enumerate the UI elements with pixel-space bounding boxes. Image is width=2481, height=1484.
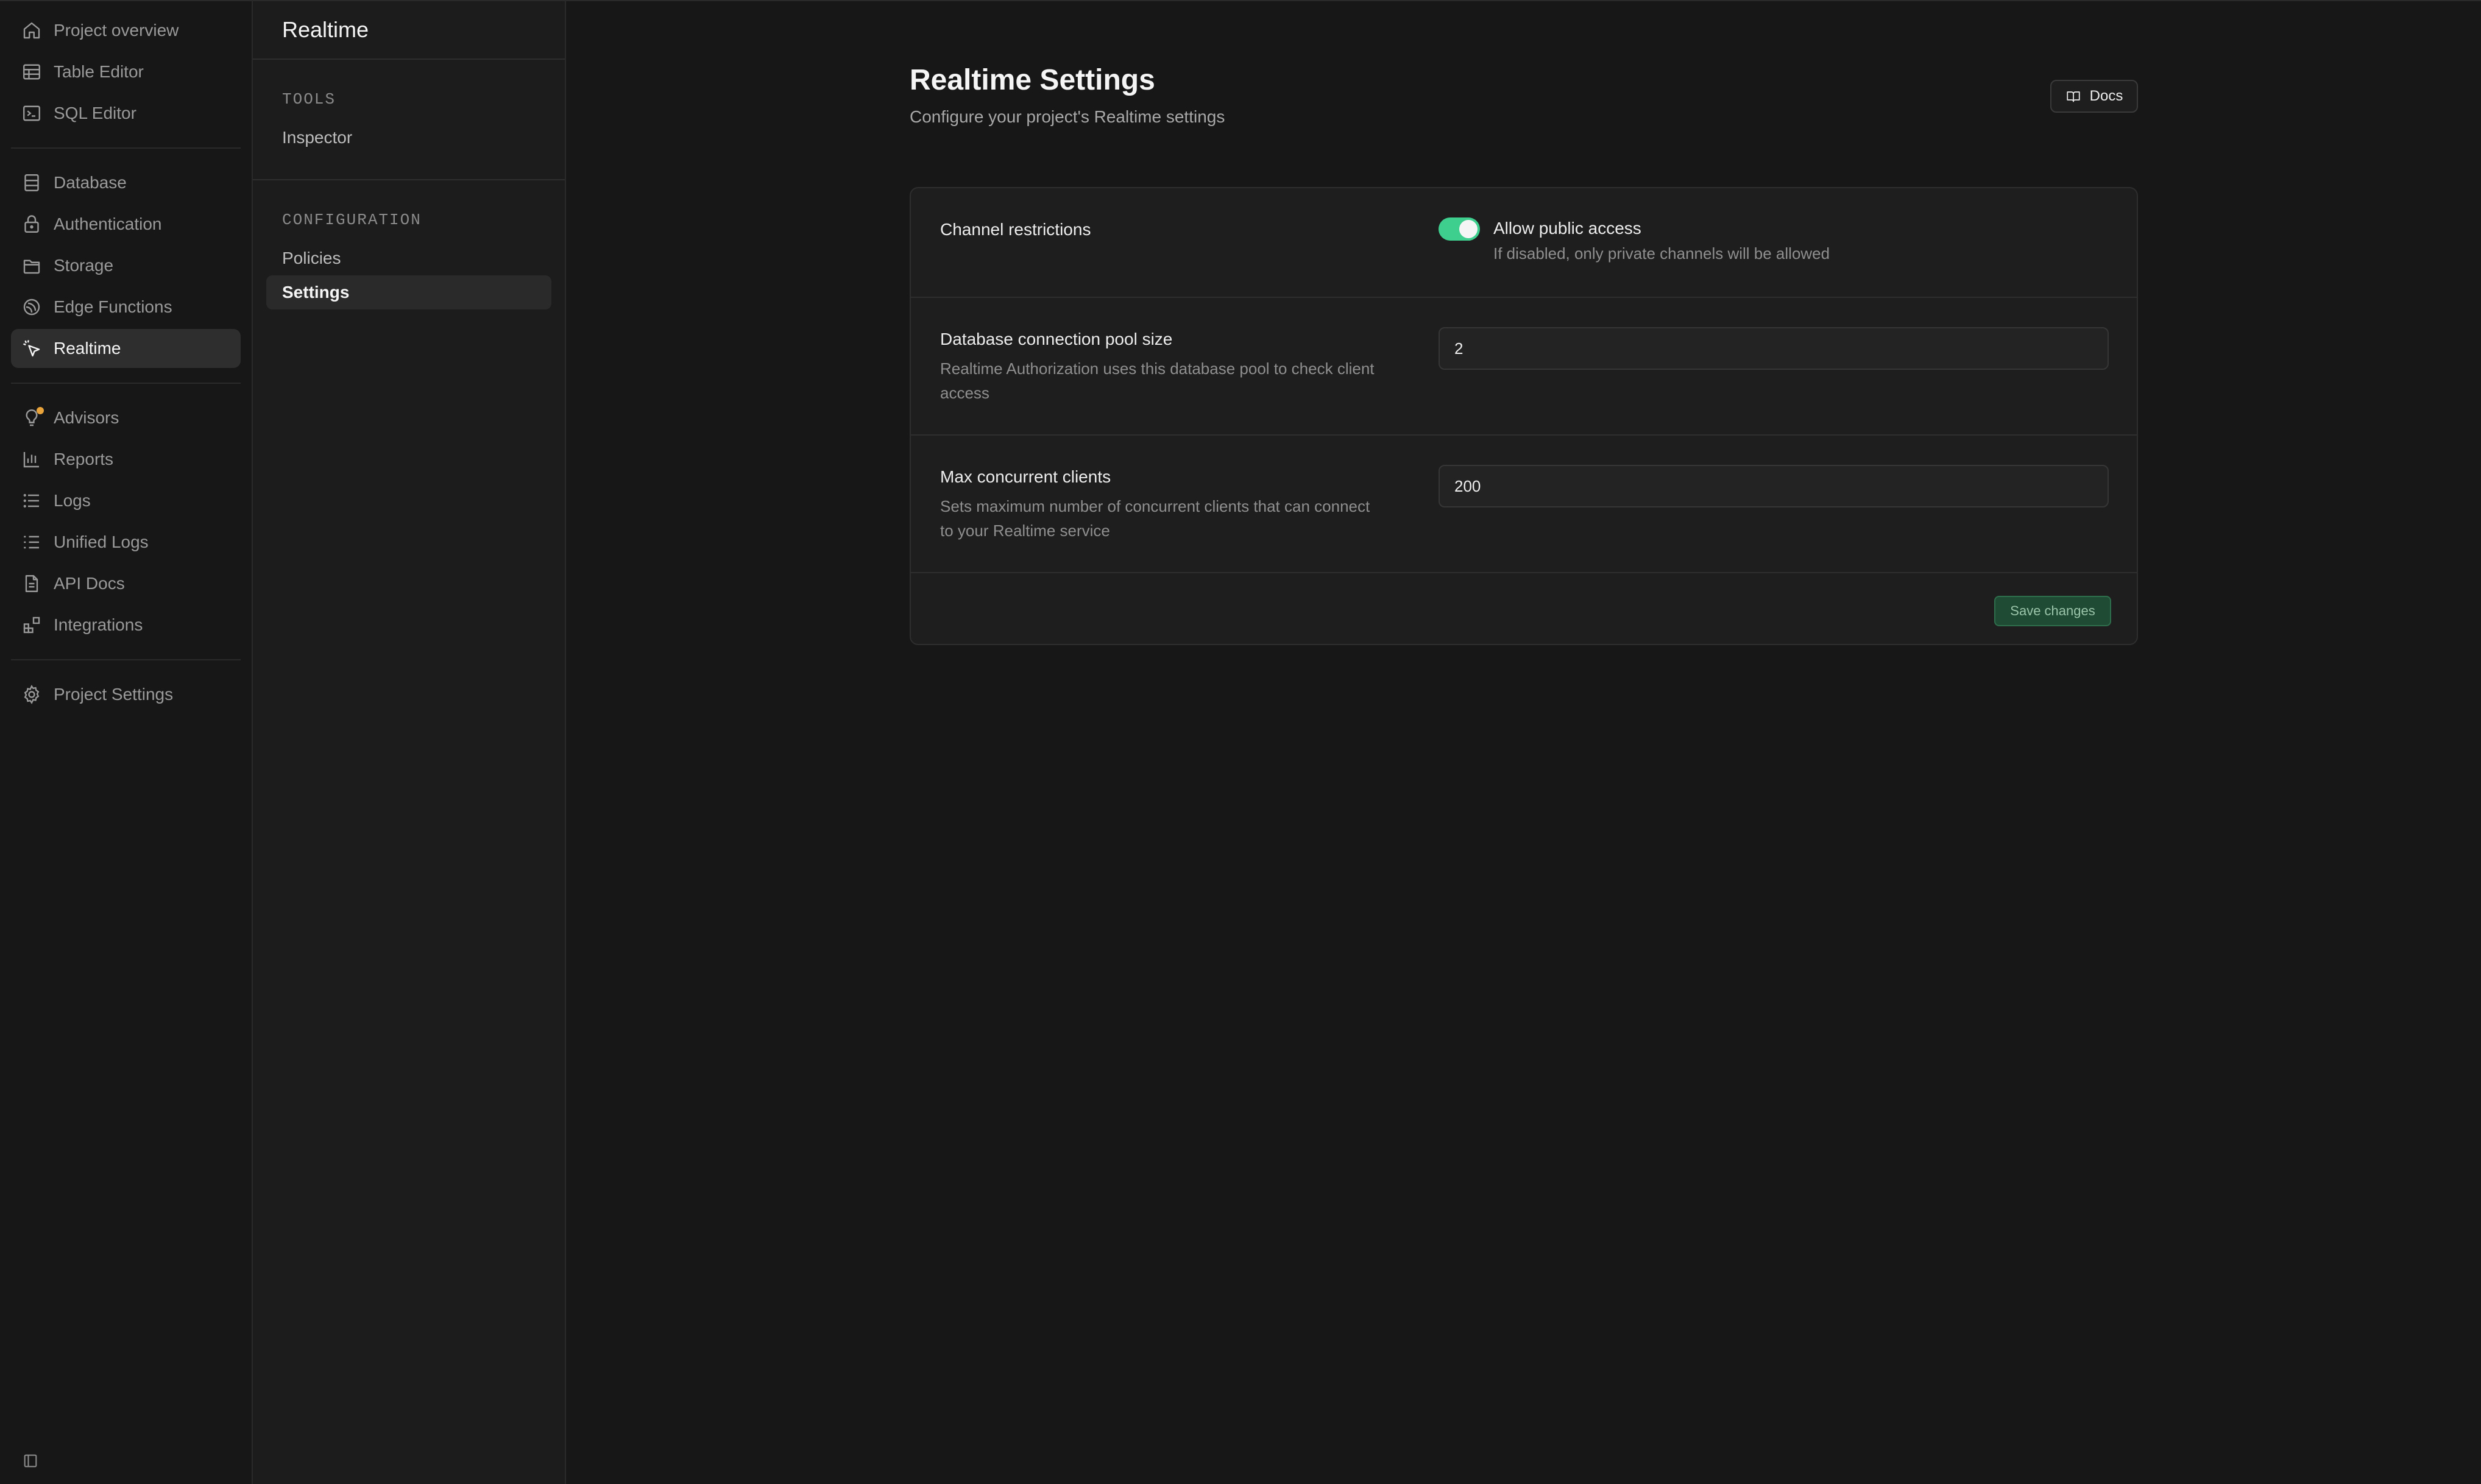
menu-item-settings[interactable]: Settings [266,275,551,309]
nav-item-integrations[interactable]: Integrations [11,606,241,645]
list-dotted-icon [21,531,43,553]
toggle-label: Allow public access [1493,219,1641,238]
file-text-icon [21,573,43,595]
setting-row-channel-restrictions: Channel restrictions Allow public access… [911,188,2137,298]
save-changes-button[interactable]: Save changes [1994,596,2111,626]
nav-item-storage[interactable]: Storage [11,246,241,285]
nav-group-settings: Project Settings [11,675,241,714]
toggle-description: If disabled, only private channels will … [1493,244,1830,263]
toggle-knob [1459,220,1478,238]
panel-toggle-icon[interactable] [22,1452,39,1469]
primary-nav: Project overview Table Editor SQL Editor [0,1,253,1484]
docs-button[interactable]: Docs [2050,80,2138,113]
nav-divider [11,659,241,660]
nav-group-product: Database Authentication Storage Edge Fun… [11,163,241,368]
nav-item-label: Unified Logs [54,532,149,551]
nav-item-label: Reports [54,450,114,468]
nav-item-api-docs[interactable]: API Docs [11,564,241,603]
table-icon [21,61,43,83]
nav-item-authentication[interactable]: Authentication [11,205,241,244]
notification-dot [37,407,44,414]
cursor-click-icon [21,337,43,359]
home-icon [21,19,43,41]
page-subtitle: Configure your project's Realtime settin… [910,107,1225,126]
nav-item-database[interactable]: Database [11,163,241,202]
product-menu-title: Realtime [253,1,565,60]
nav-item-label: Integrations [54,615,143,634]
menu-section-tools: TOOLS Inspector [253,60,565,180]
nav-item-unified-logs[interactable]: Unified Logs [11,523,241,562]
nav-item-project-settings[interactable]: Project Settings [11,675,241,714]
nav-item-table-editor[interactable]: Table Editor [11,52,241,91]
setting-label: Channel restrictions [940,220,1091,239]
setting-description: Realtime Authorization uses this databas… [940,359,1375,402]
menu-item-policies[interactable]: Policies [266,241,551,275]
nav-item-label: Project overview [54,21,179,40]
nav-group-top: Project overview Table Editor SQL Editor [11,11,241,133]
edge-functions-icon [21,296,43,318]
max-clients-input[interactable] [1439,465,2109,507]
list-icon [21,490,43,512]
nav-item-logs[interactable]: Logs [11,481,241,520]
nav-item-label: Edge Functions [54,297,172,316]
product-menu: Realtime TOOLS Inspector CONFIGURATION P… [253,1,566,1484]
nav-item-label: Storage [54,256,114,275]
nav-item-reports[interactable]: Reports [11,440,241,479]
section-title: TOOLS [282,90,336,108]
setting-label: Database connection pool size [940,330,1173,348]
nav-item-label: Project Settings [54,685,174,704]
page-title: Realtime Settings [910,64,1155,96]
book-icon [2065,88,2081,104]
nav-item-project-overview[interactable]: Project overview [11,11,241,50]
nav-item-realtime[interactable]: Realtime [11,329,241,368]
bar-chart-icon [21,448,43,470]
main-content: Realtime Settings Configure your project… [566,1,2481,1484]
lock-icon [21,213,43,235]
settings-card: Channel restrictions Allow public access… [910,187,2138,645]
nav-item-label: Table Editor [54,62,144,81]
database-icon [21,172,43,194]
nav-item-advisors[interactable]: Advisors [11,398,241,437]
docs-button-label: Docs [2089,88,2123,104]
setting-description: Sets maximum number of concurrent client… [940,497,1370,540]
nav-item-label: API Docs [54,574,125,593]
menu-item-inspector[interactable]: Inspector [266,121,551,155]
setting-row-max-clients: Max concurrent clients Sets maximum numb… [911,436,2137,573]
allow-public-access-toggle[interactable] [1439,217,1480,241]
setting-label: Max concurrent clients [940,467,1111,486]
nav-item-label: Realtime [54,339,121,358]
nav-item-label: Logs [54,491,91,510]
nav-item-sql-editor[interactable]: SQL Editor [11,94,241,133]
nav-divider [11,147,241,149]
nav-divider [11,383,241,384]
blocks-icon [21,614,43,636]
menu-section-configuration: CONFIGURATION Policies Settings [253,180,565,334]
archive-icon [21,255,43,277]
pool-size-input[interactable] [1439,327,2109,370]
nav-item-label: Authentication [54,214,162,233]
nav-item-label: Database [54,173,127,192]
lightbulb-icon [21,407,44,429]
nav-item-edge-functions[interactable]: Edge Functions [11,288,241,327]
nav-item-label: SQL Editor [54,104,136,122]
section-title: CONFIGURATION [282,211,422,229]
nav-group-tools: Advisors Reports Logs Unified Logs API D… [11,398,241,645]
gear-icon [21,684,43,705]
nav-item-label: Advisors [54,408,119,427]
terminal-icon [21,102,43,124]
setting-row-pool-size: Database connection pool size Realtime A… [911,298,2137,436]
